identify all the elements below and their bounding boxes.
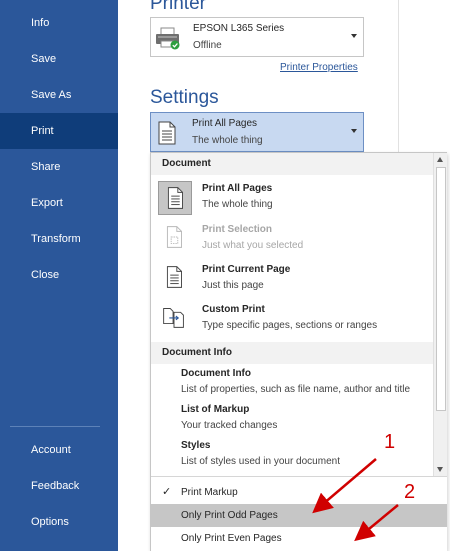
toggle-odd-pages[interactable]: Only Print Odd Pages bbox=[151, 504, 447, 527]
option-styles[interactable]: Styles bbox=[181, 440, 210, 451]
option-print-current-page[interactable]: Print Current Page bbox=[202, 264, 290, 275]
option-print-selection-desc: Just what you selected bbox=[202, 240, 304, 251]
sidebar-item-save-as[interactable]: Save As bbox=[0, 77, 118, 113]
sidebar-item-info[interactable]: Info bbox=[0, 5, 118, 41]
print-range-menu: Document Print All Pages The whole thing… bbox=[150, 152, 447, 551]
menu-scrollbar[interactable] bbox=[433, 153, 447, 476]
all-pages-icon[interactable] bbox=[158, 181, 192, 215]
option-custom-print[interactable]: Custom Print bbox=[202, 304, 265, 315]
sidebar-item-print[interactable]: Print bbox=[0, 113, 118, 149]
document-info-group-header: Document Info bbox=[151, 342, 433, 364]
option-custom-print-desc: Type specific pages, sections or ranges bbox=[202, 320, 378, 331]
scroll-thumb[interactable] bbox=[436, 167, 446, 411]
printer-dropdown[interactable]: EPSON L365 Series Offline bbox=[150, 17, 364, 57]
sidebar-item-close[interactable]: Close bbox=[0, 257, 118, 293]
option-print-all-pages[interactable]: Print All Pages bbox=[202, 183, 272, 194]
selected-range-title: Print All Pages bbox=[192, 118, 258, 129]
custom-print-icon[interactable] bbox=[158, 301, 192, 335]
printer-name: EPSON L365 Series bbox=[193, 23, 285, 34]
document-group-header: Document bbox=[151, 153, 433, 175]
selected-range-desc: The whole thing bbox=[192, 135, 263, 146]
sidebar-item-transform[interactable]: Transform bbox=[0, 221, 118, 257]
printer-status: Offline bbox=[193, 40, 222, 51]
option-list-of-markup-desc: Your tracked changes bbox=[181, 420, 278, 431]
current-page-icon[interactable] bbox=[158, 261, 192, 295]
chevron-down-icon bbox=[351, 34, 357, 38]
toggle-print-markup[interactable]: ✓ Print Markup bbox=[151, 481, 447, 504]
option-document-info[interactable]: Document Info bbox=[181, 368, 251, 379]
annotation-number-2: 2 bbox=[404, 481, 416, 503]
toggle-print-markup-label: Print Markup bbox=[181, 487, 238, 498]
selection-icon bbox=[158, 221, 192, 255]
option-print-all-pages-desc: The whole thing bbox=[202, 199, 273, 210]
pane-divider bbox=[398, 0, 399, 160]
sidebar-divider bbox=[10, 426, 100, 427]
checkmark-icon: ✓ bbox=[162, 486, 172, 498]
print-options-list: ✓ Print Markup Only Print Odd Pages Only… bbox=[151, 476, 447, 551]
sidebar-item-options[interactable]: Options bbox=[0, 504, 118, 540]
sidebar-item-account[interactable]: Account bbox=[0, 432, 118, 468]
printer-properties-link[interactable]: Printer Properties bbox=[280, 62, 358, 73]
option-styles-desc: List of styles used in your document bbox=[181, 456, 340, 467]
option-print-current-page-desc: Just this page bbox=[202, 280, 264, 291]
option-document-info-desc: List of properties, such as file name, a… bbox=[181, 384, 411, 395]
sidebar-item-save[interactable]: Save bbox=[0, 41, 118, 77]
scroll-up-icon[interactable] bbox=[437, 157, 443, 162]
annotation-number-1: 1 bbox=[384, 431, 396, 453]
sidebar-item-export[interactable]: Export bbox=[0, 185, 118, 221]
option-list-of-markup[interactable]: List of Markup bbox=[181, 404, 249, 415]
settings-section-title: Settings bbox=[150, 87, 219, 108]
toggle-odd-pages-label: Only Print Odd Pages bbox=[181, 510, 278, 521]
chevron-down-icon bbox=[351, 129, 357, 133]
sidebar-item-feedback[interactable]: Feedback bbox=[0, 468, 118, 504]
printer-section-title: Printer bbox=[150, 0, 206, 14]
toggle-even-pages-label: Only Print Even Pages bbox=[181, 533, 282, 544]
print-range-dropdown[interactable]: Print All Pages The whole thing bbox=[150, 112, 364, 152]
option-print-selection: Print Selection bbox=[202, 224, 273, 235]
sidebar-item-share[interactable]: Share bbox=[0, 149, 118, 185]
toggle-even-pages[interactable]: Only Print Even Pages bbox=[151, 527, 447, 550]
scroll-down-icon[interactable] bbox=[437, 467, 443, 472]
printer-icon bbox=[156, 27, 180, 50]
backstage-sidebar: Info Save Save As Print Share Export Tra… bbox=[0, 0, 118, 551]
pages-icon bbox=[158, 121, 176, 145]
